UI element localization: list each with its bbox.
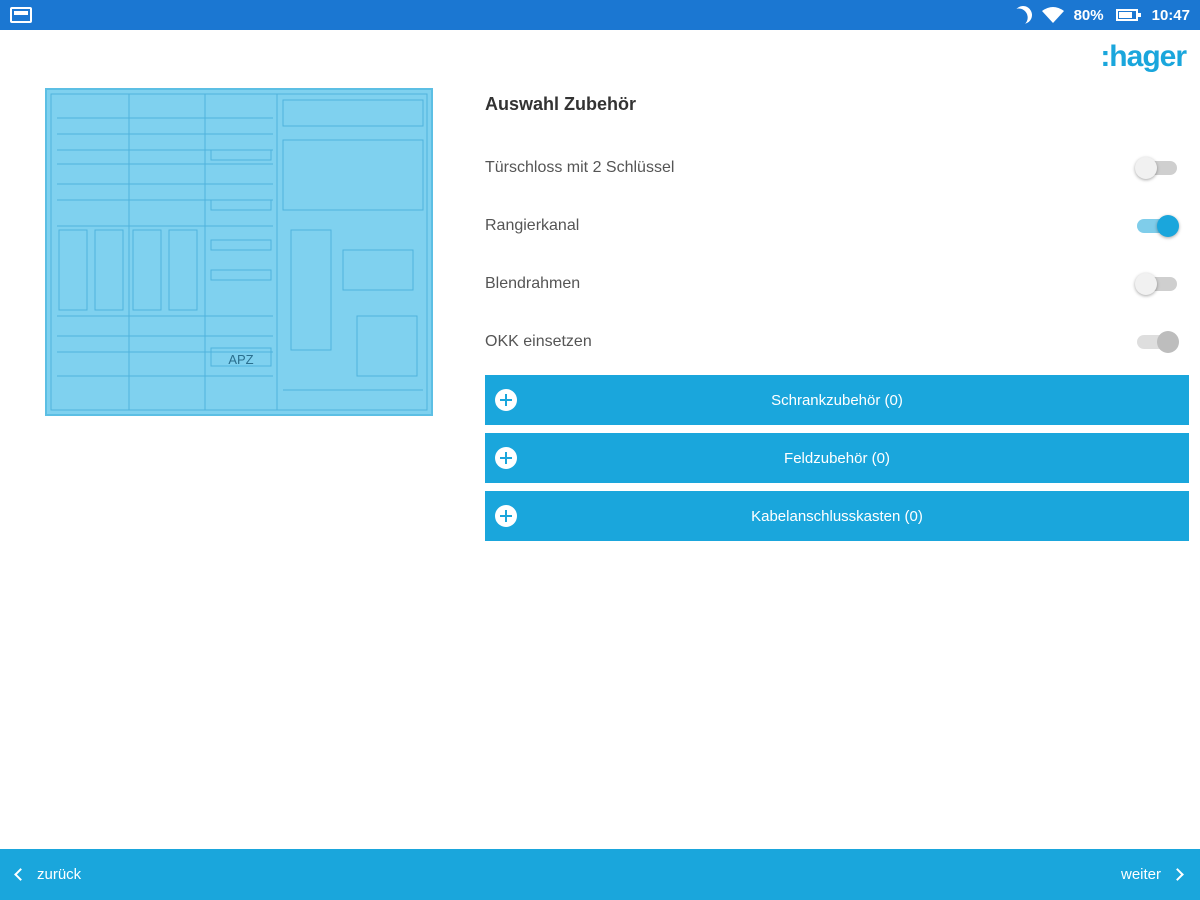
plus-circle-icon xyxy=(495,447,517,469)
toggle-knob xyxy=(1135,157,1157,179)
next-button[interactable]: weiter xyxy=(1120,849,1184,900)
option-label: Rangierkanal xyxy=(485,217,580,234)
next-label: weiter xyxy=(1120,866,1161,883)
battery-icon xyxy=(1115,9,1141,21)
hager-logo: :hager xyxy=(1100,40,1187,73)
status-bar: 80% 10:47 xyxy=(0,0,1200,30)
cabinet-apz-label: APZ xyxy=(228,352,253,367)
back-label: zurück xyxy=(37,866,82,883)
section-label: Kabelanschlusskasten (0) xyxy=(751,507,923,525)
option-label: Türschloss mit 2 Schlüssel xyxy=(485,159,675,176)
option-okk: OKK einsetzen xyxy=(485,313,1189,371)
status-indicators: 80% 10:47 xyxy=(1014,6,1190,24)
plus-circle-icon xyxy=(495,505,517,527)
section-label: Feldzubehör (0) xyxy=(784,449,890,467)
bottom-nav-bar: zurück weiter xyxy=(0,849,1200,900)
option-door-lock: Türschloss mit 2 Schlüssel xyxy=(485,139,1189,197)
cabinet-drawing: APZ xyxy=(50,93,428,411)
cabinet-preview: APZ xyxy=(45,88,433,416)
door-lock-toggle[interactable] xyxy=(1135,157,1177,179)
section-label: Schrankzubehör (0) xyxy=(771,391,903,409)
accessory-panel: Auswahl Zubehör Türschloss mit 2 Schlüss… xyxy=(485,90,1189,549)
page-title: Auswahl Zubehör xyxy=(485,94,637,114)
option-cable-channel: Rangierkanal xyxy=(485,197,1189,255)
chevron-left-icon xyxy=(14,868,27,881)
chevron-right-icon xyxy=(1171,868,1184,881)
toggle-knob xyxy=(1157,331,1179,353)
gallery-notification-icon xyxy=(10,7,32,23)
cable-channel-toggle[interactable] xyxy=(1137,215,1179,237)
clock: 10:47 xyxy=(1151,6,1190,24)
toggle-knob xyxy=(1157,215,1179,237)
cable-connection-box-button[interactable]: Kabelanschlusskasten (0) xyxy=(485,491,1189,541)
accessory-sections: Schrankzubehör (0) Feldzubehör (0) Kabel… xyxy=(485,375,1189,541)
wifi-icon xyxy=(1041,7,1064,23)
option-label: Blendrahmen xyxy=(485,275,581,292)
option-blend-frame: Blendrahmen xyxy=(485,255,1189,313)
toggle-knob xyxy=(1135,273,1157,295)
option-label: OKK einsetzen xyxy=(485,333,592,350)
blend-frame-toggle[interactable] xyxy=(1135,273,1177,295)
battery-percent: 80% xyxy=(1073,6,1104,24)
cabinet-accessories-button[interactable]: Schrankzubehör (0) xyxy=(485,375,1189,425)
okk-toggle[interactable] xyxy=(1137,331,1179,353)
do-not-disturb-icon xyxy=(1010,3,1035,28)
plus-circle-icon xyxy=(495,389,517,411)
back-button[interactable]: zurück xyxy=(14,849,82,900)
field-accessories-button[interactable]: Feldzubehör (0) xyxy=(485,433,1189,483)
